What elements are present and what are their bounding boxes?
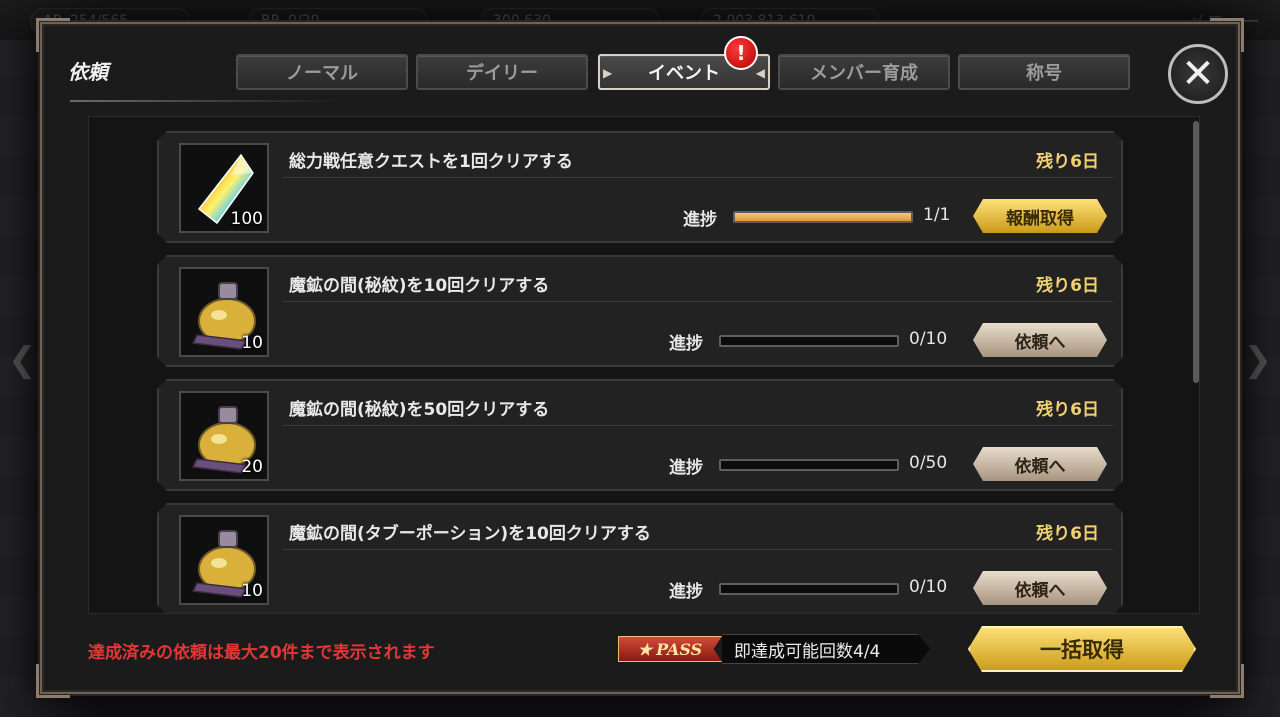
progress-fill [735,213,911,221]
progress-count: 0/50 [909,453,948,473]
progress-label: 進捗 [683,210,717,230]
quest-list[interactable]: 100 総力戦任意クエストを1回クリアする 残り6日 進捗 1/1 報酬取得 1… [88,116,1200,614]
reward-quantity: 10 [241,581,263,601]
quest-title: 魔鉱の間(タブーポーション)を10回クリアする [289,524,651,544]
tab-left-arrow-icon: ▶ [603,66,613,80]
reward-slot: 20 [179,391,269,481]
reward-slot: 10 [179,267,269,357]
quest-row: 20 魔鉱の間(秘紋)を50回クリアする 残り6日 進捗 0/50 依頼へ [157,379,1123,491]
progress-count: 0/10 [909,577,948,597]
progress-bar [719,583,899,595]
tab-normal[interactable]: ノーマル [236,54,408,90]
ornament-corner [1210,664,1244,698]
progress-count: 0/10 [909,329,948,349]
remaining-days: 残り6日 [1036,400,1099,420]
quest-divider [283,425,1113,426]
close-button[interactable]: ✕ [1168,44,1228,104]
scrollbar[interactable] [1193,121,1199,383]
progress-bar [733,211,913,223]
remaining-days: 残り6日 [1036,524,1099,544]
right-arrow-icon: ❯ [1243,340,1273,380]
request-dialog: 依頼 ノーマル デイリー ▶ イベント ◀ メンバー育成 称号 ! ✕ 100 … [36,18,1244,698]
quest-row: 10 魔鉱の間(タブーポーション)を10回クリアする 残り6日 進捗 0/10 … [157,503,1123,614]
claim-reward-button[interactable]: 報酬取得 [973,199,1107,233]
progress-bar [719,335,899,347]
display-limit-note: 達成済みの依頼は最大20件まで表示されます [88,643,435,663]
progress-label: 進捗 [669,334,703,354]
go-to-request-button[interactable]: 依頼へ [973,571,1107,605]
progress-label: 進捗 [669,582,703,602]
reward-slot: 100 [179,143,269,233]
progress-label: 進捗 [669,458,703,478]
quest-title: 魔鉱の間(秘紋)を50回クリアする [289,400,550,420]
quest-divider [283,549,1113,550]
go-to-request-button[interactable]: 依頼へ [973,323,1107,357]
close-icon: ✕ [1181,51,1215,97]
quest-title: 総力戦任意クエストを1回クリアする [289,152,573,172]
tab-right-arrow-icon: ◀ [755,66,765,80]
alert-icon: ! [724,36,758,70]
star-icon: ★ [637,639,653,659]
ornament-corner [36,664,70,698]
progress-count: 1/1 [923,205,951,225]
reward-slot: 10 [179,515,269,605]
remaining-days: 残り6日 [1036,152,1099,172]
quest-row: 10 魔鉱の間(秘紋)を10回クリアする 残り6日 進捗 0/10 依頼へ [157,255,1123,367]
instant-complete-count: 即達成可能回数4/4 [722,634,930,664]
reward-quantity: 100 [230,209,263,229]
pass-badge: ★ PASS [618,636,722,662]
quest-divider [283,177,1113,178]
quest-title: 魔鉱の間(秘紋)を10回クリアする [289,276,550,296]
tab-daily[interactable]: デイリー [416,54,588,90]
tab-title[interactable]: 称号 [958,54,1130,90]
reward-quantity: 20 [241,457,263,477]
go-to-request-button[interactable]: 依頼へ [973,447,1107,481]
quest-divider [283,301,1113,302]
claim-all-button[interactable]: 一括取得 [968,626,1196,672]
dialog-title: 依頼 [68,60,108,84]
pass-label: PASS [656,639,703,659]
ornament-corner [36,18,70,52]
ornament-corner [1210,18,1244,52]
quest-row: 100 総力戦任意クエストを1回クリアする 残り6日 進捗 1/1 報酬取得 [157,131,1123,243]
reward-quantity: 10 [241,333,263,353]
tab-member-training[interactable]: メンバー育成 [778,54,950,90]
left-arrow-icon: ❮ [8,340,37,380]
progress-bar [719,459,899,471]
title-divider [70,100,340,102]
remaining-days: 残り6日 [1036,276,1099,296]
